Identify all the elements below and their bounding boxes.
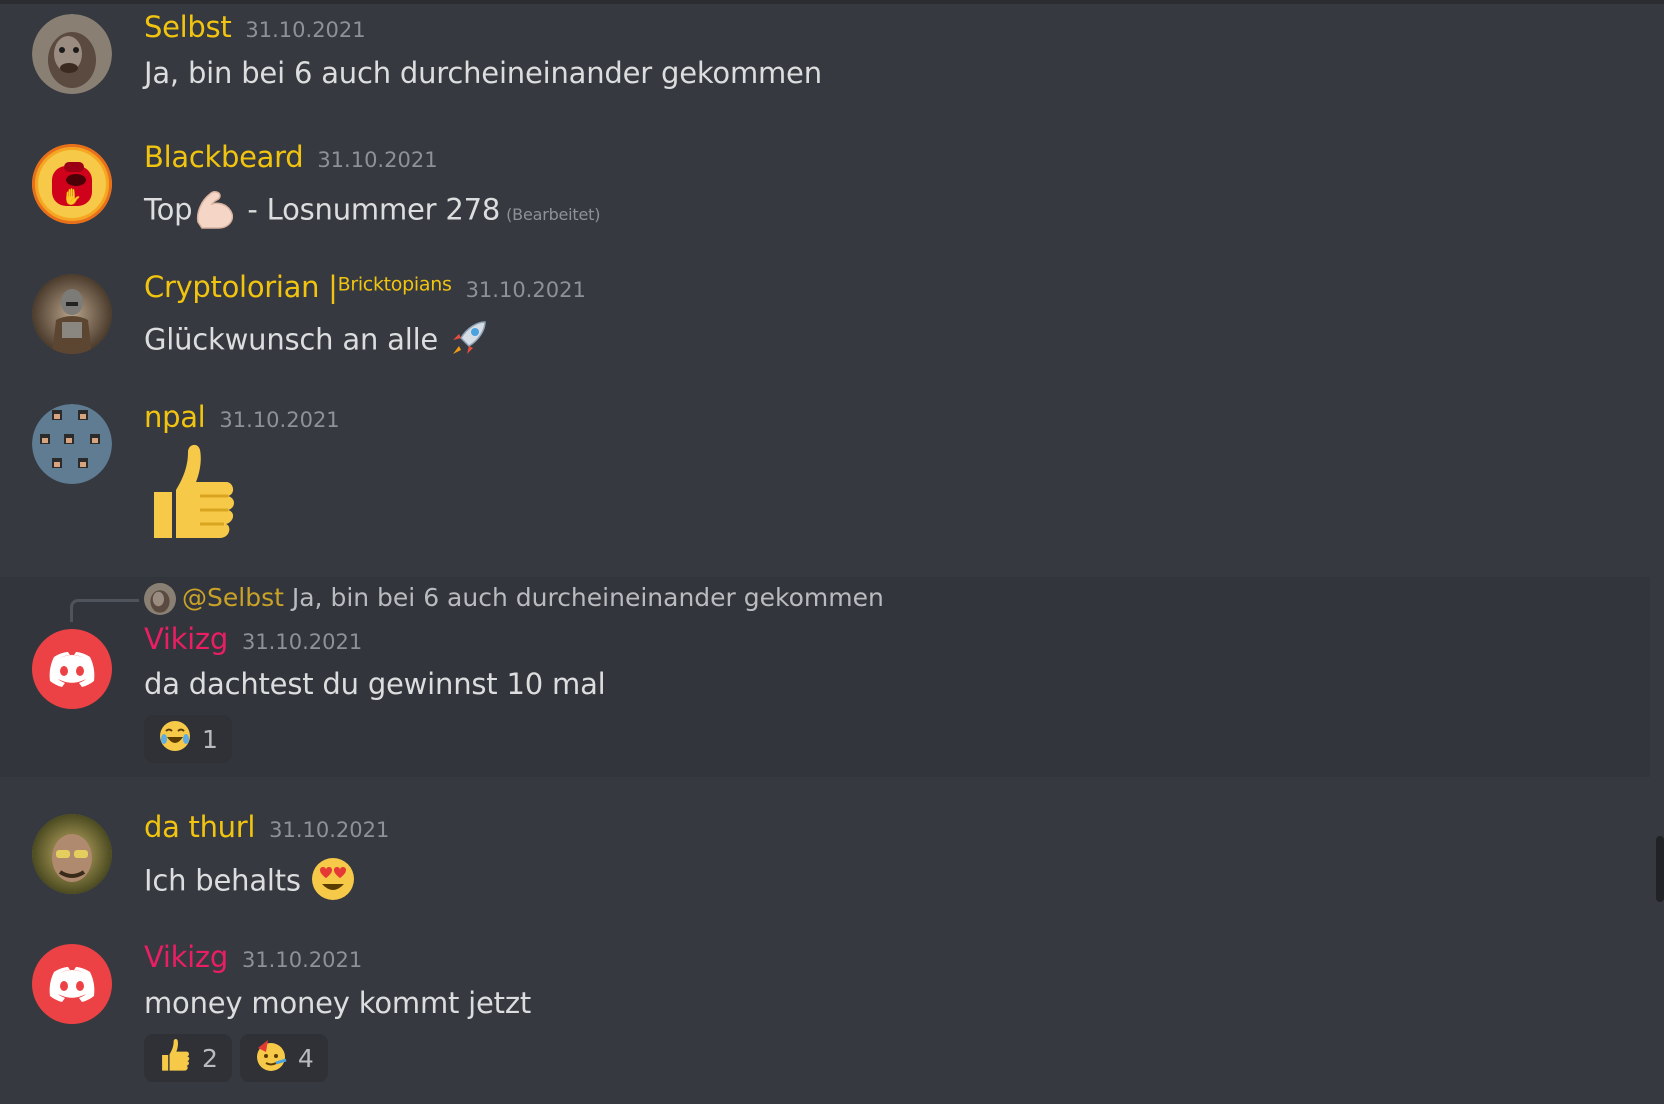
reactions: 2 4 <box>144 1034 336 1082</box>
message-header: Selbst 31.10.2021 <box>144 10 366 44</box>
username[interactable]: da thurl <box>144 810 255 844</box>
partying-face-icon <box>254 1038 288 1078</box>
message-item: npal 31.10.2021 <box>0 390 1650 560</box>
message-content: da dachtest du gewinnst 10 mal <box>144 667 606 701</box>
message-text: - Losnummer 278 <box>238 192 501 227</box>
message-header: Cryptolorian |Bricktopians 31.10.2021 <box>144 270 586 304</box>
message-content: Ja, bin bei 6 auch durcheineinander geko… <box>144 56 822 90</box>
heart-eyes-icon <box>310 856 356 909</box>
message-content: Glückwunsch an alle <box>144 316 491 367</box>
timestamp: 31.10.2021 <box>219 408 340 432</box>
username[interactable]: Vikizg <box>144 622 228 656</box>
message-item: da thurl 31.10.2021 Ich behalts <box>0 800 1650 925</box>
avatar[interactable] <box>32 814 112 894</box>
message-text: Top <box>144 192 193 227</box>
message-header: da thurl 31.10.2021 <box>144 810 389 844</box>
message-header: Vikizg 31.10.2021 <box>144 622 362 656</box>
reply-mention[interactable]: @Selbst <box>182 583 284 612</box>
username[interactable]: Vikizg <box>144 940 228 974</box>
username[interactable]: Blackbeard <box>144 140 304 174</box>
reaction-count: 1 <box>202 724 218 754</box>
username[interactable]: Selbst <box>144 10 232 44</box>
timestamp: 31.10.2021 <box>269 818 390 842</box>
message-header: Vikizg 31.10.2021 <box>144 940 362 974</box>
discord-logo-icon <box>49 967 95 1002</box>
message-content <box>144 442 240 549</box>
message-item: Vikizg 31.10.2021 money money kommt jetzt… <box>0 930 1650 1104</box>
message-content: Top - Losnummer 278 (Bearbeitet) <box>144 186 600 237</box>
message-text: Ich behalts <box>144 863 301 898</box>
avatar[interactable] <box>32 14 112 94</box>
timestamp: 31.10.2021 <box>241 948 363 972</box>
reaction-button[interactable]: 4 <box>239 1034 328 1082</box>
reply-connector <box>70 599 139 622</box>
edited-label: (Bearbeitet) <box>506 204 601 224</box>
avatar[interactable] <box>32 944 112 1024</box>
thumbs-up-icon <box>158 1038 192 1078</box>
discord-logo-icon <box>49 652 95 687</box>
message-content: money money kommt jetzt <box>144 986 532 1020</box>
reaction-button[interactable]: 1 <box>144 715 232 763</box>
timestamp: 31.10.2021 <box>241 630 363 654</box>
avatar[interactable]: ✋ <box>32 144 112 224</box>
svg-text:✋: ✋ <box>62 187 82 206</box>
username-tag: Bricktopians <box>337 273 452 296</box>
avatar[interactable] <box>32 274 112 354</box>
thumbs-up-icon <box>144 442 240 549</box>
username[interactable]: npal <box>144 400 206 434</box>
reply-preview[interactable]: @Selbst Ja, bin bei 6 auch durcheineinan… <box>144 583 884 615</box>
reaction-count: 4 <box>297 1043 314 1073</box>
message-item: Selbst 31.10.2021 Ja, bin bei 6 auch durc… <box>0 0 1650 125</box>
scrollbar[interactable] <box>1656 836 1664 902</box>
timestamp: 31.10.2021 <box>317 148 438 172</box>
message-header: Blackbeard 31.10.2021 <box>144 140 438 174</box>
timestamp: 31.10.2021 <box>465 278 586 302</box>
reaction-count: 2 <box>202 1043 218 1073</box>
avatar[interactable] <box>32 404 112 484</box>
avatar <box>144 583 176 615</box>
message-header: npal 31.10.2021 <box>144 400 340 434</box>
message-list: Selbst 31.10.2021 Ja, bin bei 6 auch durc… <box>0 0 1664 1104</box>
message-content: Ich behalts <box>144 856 356 909</box>
avatar[interactable] <box>32 629 112 709</box>
reply-text: Ja, bin bei 6 auch durcheineinander geko… <box>291 583 884 612</box>
flexed-biceps-icon <box>192 186 238 237</box>
reactions: 1 <box>144 715 240 763</box>
username[interactable]: Cryptolorian | <box>144 270 338 304</box>
message-text: Glückwunsch an alle <box>144 322 439 357</box>
message-item: @Selbst Ja, bin bei 6 auch durcheineinan… <box>0 577 1650 777</box>
rocket-icon <box>447 316 491 367</box>
timestamp: 31.10.2021 <box>245 18 366 42</box>
laughing-crying-icon <box>158 719 192 759</box>
message-item: Cryptolorian |Bricktopians 31.10.2021 Glü… <box>0 260 1650 385</box>
reaction-button[interactable]: 2 <box>144 1034 232 1082</box>
message-item: ✋ Blackbeard 31.10.2021 Top - Losnummer 2… <box>0 130 1650 255</box>
